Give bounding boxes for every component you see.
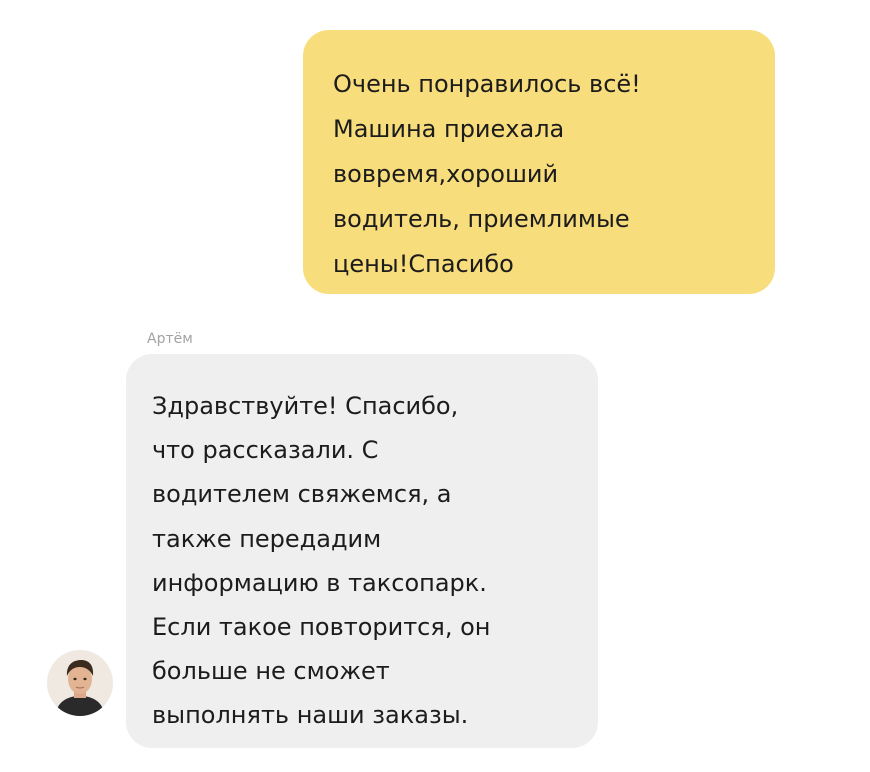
outgoing-message-bubble: Очень понравилось всё! Машина приехала в… [303, 30, 775, 294]
outgoing-message-text: Очень понравилось всё! Машина приехала в… [333, 70, 641, 278]
avatar-portrait [47, 650, 113, 716]
incoming-message-bubble: Здравствуйте! Спасибо, что рассказали. С… [126, 354, 598, 748]
incoming-message-text: Здравствуйте! Спасибо, что рассказали. С… [152, 392, 491, 730]
chat-thread: Очень понравилось всё! Машина приехала в… [0, 0, 870, 772]
sender-name: Артём [147, 331, 193, 347]
person-avatar-icon[interactable] [47, 650, 113, 716]
